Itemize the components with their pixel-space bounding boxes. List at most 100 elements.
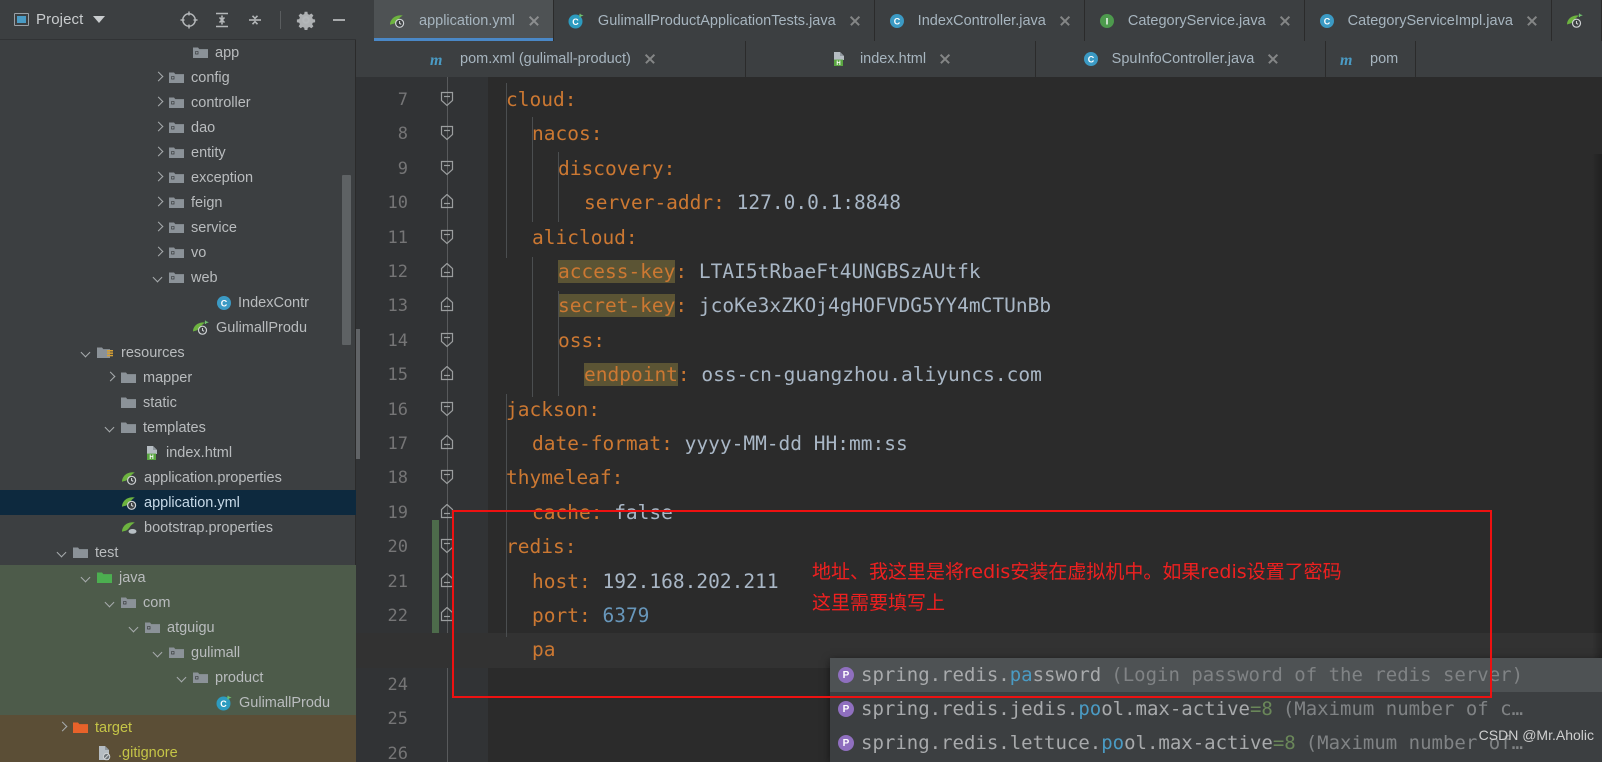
code-line[interactable]: server-addr: 127.0.0.1:8848	[584, 186, 901, 220]
tree-item-config[interactable]: config	[0, 65, 356, 90]
chevron-down-icon[interactable]	[152, 646, 165, 659]
gear-icon[interactable]	[295, 9, 317, 31]
editor-tab-categoryservice-java[interactable]: I CategoryService.java	[1085, 0, 1305, 41]
tree-item-gulimall[interactable]: gulimall	[0, 640, 356, 665]
chevron-right-icon[interactable]	[152, 96, 165, 109]
autocomplete-item[interactable]: Pspring.redis.jedis.pool.max-active=8 (Ma…	[830, 692, 1602, 726]
editor-tab-pom[interactable]: m pom	[1326, 41, 1416, 77]
editor-tab-index-html[interactable]: Hindex.html	[746, 41, 1036, 77]
code-fold-icon[interactable]	[440, 324, 454, 358]
code-line[interactable]: discovery:	[558, 152, 675, 186]
tree-item-bootstrap-properties[interactable]: bootstrap.properties	[0, 515, 356, 540]
code-line[interactable]: oss:	[558, 324, 605, 358]
autocomplete-item[interactable]: Pspring.redis.password (Login password of…	[830, 658, 1602, 692]
chevron-right-icon[interactable]	[152, 121, 165, 134]
chevron-down-icon[interactable]	[80, 346, 93, 359]
tree-item-com[interactable]: com	[0, 590, 356, 615]
close-icon[interactable]	[527, 14, 541, 28]
close-icon[interactable]	[643, 52, 657, 66]
code-line[interactable]: redis:	[506, 530, 576, 564]
chevron-down-icon[interactable]	[93, 16, 106, 23]
chevron-down-icon[interactable]	[152, 271, 165, 284]
code-fold-end-icon[interactable]	[440, 289, 454, 323]
tree-item-test[interactable]: test	[0, 540, 356, 565]
chevron-right-icon[interactable]	[152, 196, 165, 209]
tree-item-service[interactable]: service	[0, 215, 356, 240]
project-tree[interactable]: app config controller dao entity exception fei…	[0, 40, 356, 762]
code-fold-end-icon[interactable]	[440, 599, 454, 633]
editor-tab-gulimallproductapplicationtests-java[interactable]: C GulimallProductApplicationTests.java	[554, 0, 875, 41]
code-line[interactable]: jackson:	[506, 393, 600, 427]
project-tree-scrollbar[interactable]	[342, 175, 351, 345]
editor-tab-categoryserviceimpl-java[interactable]: C CategoryServiceImpl.java	[1305, 0, 1552, 41]
collapse-all-icon[interactable]	[244, 9, 266, 31]
code-fold-end-icon[interactable]	[440, 358, 454, 392]
chevron-down-icon[interactable]	[176, 671, 189, 684]
tree-item-atguigu[interactable]: atguigu	[0, 615, 356, 640]
tree-item-entity[interactable]: entity	[0, 140, 356, 165]
code-fold-icon[interactable]	[440, 461, 454, 495]
chevron-right-icon[interactable]	[152, 171, 165, 184]
chevron-right-icon[interactable]	[152, 246, 165, 259]
close-icon[interactable]	[1278, 14, 1292, 28]
code-line[interactable]: access-key: LTAI5tRbaeFt4UNGBSzAUtfk	[558, 255, 981, 289]
close-icon[interactable]	[848, 14, 862, 28]
tree-item-resources[interactable]: resources	[0, 340, 356, 365]
tree-item-dao[interactable]: dao	[0, 115, 356, 140]
code-fold-icon[interactable]	[440, 221, 454, 255]
tree-item-exception[interactable]: exception	[0, 165, 356, 190]
tree-item-application-properties[interactable]: application.properties	[0, 465, 356, 490]
editor-tab-pom-xml-gulimall-product[interactable]: m pom.xml (gulimall-product)	[416, 41, 746, 77]
code-fold-end-icon[interactable]	[440, 427, 454, 461]
hide-panel-icon[interactable]	[328, 9, 350, 31]
tree-item-gulimallprodu[interactable]: GulimallProdu	[0, 315, 356, 340]
chevron-right-icon[interactable]	[152, 71, 165, 84]
tree-item-vo[interactable]: vo	[0, 240, 356, 265]
editor-tab-spuinfocontroller-java[interactable]: C SpuInfoController.java	[1036, 41, 1326, 77]
code-line[interactable]: pa	[532, 633, 555, 667]
code-line[interactable]: cloud:	[506, 83, 576, 117]
code-fold-icon[interactable]	[440, 83, 454, 117]
expand-all-icon[interactable]	[211, 9, 233, 31]
close-icon[interactable]	[1525, 14, 1539, 28]
code-fold-icon[interactable]	[440, 117, 454, 151]
code-line[interactable]: alicloud:	[532, 221, 638, 255]
locate-icon[interactable]	[178, 9, 200, 31]
tree-item-controller[interactable]: controller	[0, 90, 356, 115]
chevron-right-icon[interactable]	[152, 221, 165, 234]
editor-tab-indexcontroller-java[interactable]: C IndexController.java	[875, 0, 1085, 41]
code-fold-end-icon[interactable]	[440, 186, 454, 220]
code-fold-end-icon[interactable]	[440, 255, 454, 289]
chevron-down-icon[interactable]	[56, 546, 69, 559]
chevron-right-icon[interactable]	[104, 371, 117, 384]
chevron-down-icon[interactable]	[104, 596, 117, 609]
chevron-down-icon[interactable]	[128, 621, 141, 634]
tree-item-mapper[interactable]: mapper	[0, 365, 356, 390]
tree-item-templates[interactable]: templates	[0, 415, 356, 440]
tree-item-indexcontr[interactable]: C IndexContr	[0, 290, 356, 315]
close-icon[interactable]	[1058, 14, 1072, 28]
code-fold-icon[interactable]	[440, 393, 454, 427]
tree-item-gulimallprodu[interactable]: C GulimallProdu	[0, 690, 356, 715]
editor-tab-application-yml[interactable]: application.yml	[374, 0, 554, 41]
code-fold-end-icon[interactable]	[440, 565, 454, 599]
code-line[interactable]: host: 192.168.202.211	[532, 565, 779, 599]
project-title-button[interactable]: Project	[0, 11, 106, 28]
code-line[interactable]: nacos:	[532, 117, 602, 151]
tree-item-target[interactable]: target	[0, 715, 356, 740]
code-line[interactable]: date-format: yyyy-MM-dd HH:mm:ss	[532, 427, 908, 461]
close-icon[interactable]	[938, 52, 952, 66]
code-line[interactable]: cache: false	[532, 496, 673, 530]
code-line[interactable]: secret-key: jcoKe3xZKOj4gHOFVDG5YY4mCTUn…	[558, 289, 1051, 323]
code-line[interactable]: endpoint: oss-cn-guangzhou.aliyuncs.com	[584, 358, 1042, 392]
code-fold-icon[interactable]	[440, 530, 454, 564]
tree-item-static[interactable]: static	[0, 390, 356, 415]
tree-item-gitignore[interactable]: .gitignore	[0, 740, 356, 762]
chevron-right-icon[interactable]	[152, 146, 165, 159]
tree-item-java[interactable]: java	[0, 565, 356, 590]
code-line[interactable]: port: 6379	[532, 599, 649, 633]
code-fold-icon[interactable]	[440, 152, 454, 186]
chevron-down-icon[interactable]	[80, 571, 93, 584]
editor-tab-overflow[interactable]	[1552, 0, 1602, 41]
close-icon[interactable]	[1266, 52, 1280, 66]
